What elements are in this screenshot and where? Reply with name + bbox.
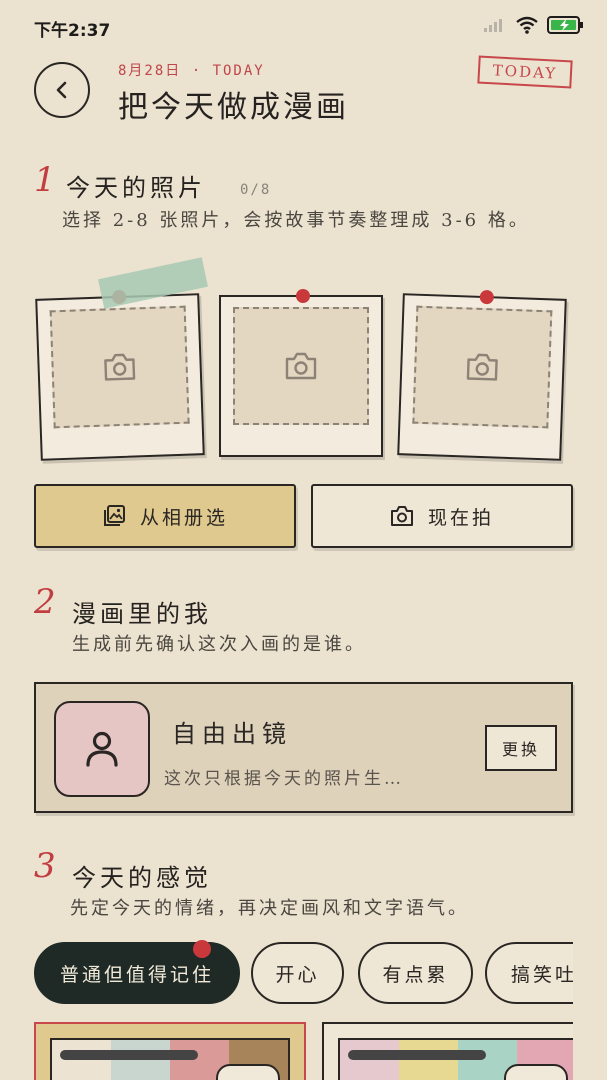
style-card-2[interactable] [322,1022,573,1080]
section-number-2: 2 [34,582,56,622]
signal-icon [484,19,502,32]
photo-slot-placeholder [412,305,553,429]
camera-icon [285,352,317,380]
photo-slot-placeholder [49,305,190,429]
section-number-3: 3 [34,846,56,886]
style-card-badge [504,1064,568,1080]
change-character-button[interactable]: 更换 [485,725,557,771]
mood-chips: 普通但值得记住 开心 有点累 搞笑吐 [34,942,573,1006]
battery-icon [547,16,583,34]
photo-counter: 0/8 [240,182,272,198]
photo-slot-2[interactable] [219,289,383,457]
pin-icon [296,289,310,303]
today-stamp: TODAY [477,55,573,89]
person-icon [86,731,118,767]
date-label: 8月28日 · TODAY [118,63,265,79]
section-desc-character: 生成前先确认这次入画的是谁。 [72,634,366,655]
character-name: 自由出镜 [172,720,292,748]
mood-chip-funny[interactable]: 搞笑吐 [485,942,573,1004]
camera-icon [466,353,498,381]
page-title: 把今天做成漫画 [118,90,349,125]
mood-chip-happy[interactable]: 开心 [251,942,344,1004]
style-card-title-bar [348,1050,486,1060]
status-icons [483,16,585,34]
style-card-title-bar [60,1050,198,1060]
avatar [54,701,150,797]
style-cards [34,1022,573,1080]
album-button[interactable]: 从相册选 [34,484,296,548]
gallery-icon [103,505,125,526]
back-button[interactable] [34,62,90,118]
character-card: 自由出镜 这次只根据今天的照片生… 更换 [34,682,573,813]
camera-icon [390,506,413,526]
wifi-icon [516,16,538,34]
camera-button[interactable]: 现在拍 [311,484,573,548]
section-desc-photos: 选择 2-8 张照片，会按故事节奏整理成 3-6 格。 [62,210,530,231]
mood-chip-tired[interactable]: 有点累 [358,942,473,1004]
album-button-label: 从相册选 [139,506,228,529]
selected-dot [193,940,211,958]
status-time: 下午2:37 [34,21,111,41]
section-number-1: 1 [34,160,56,200]
section-desc-mood: 先定今天的情绪，再决定画风和文字语气。 [70,898,469,919]
photo-slot-3[interactable] [397,289,567,461]
chevron-left-icon [56,81,67,99]
style-card-1[interactable] [34,1022,306,1080]
section-title-character: 漫画里的我 [72,600,212,628]
character-desc: 这次只根据今天的照片生… [164,769,404,789]
photo-slot-placeholder [233,307,369,425]
section-title-mood: 今天的感觉 [72,864,212,892]
camera-icon [104,353,136,381]
photo-slot-1[interactable] [35,289,205,461]
camera-button-label: 现在拍 [427,506,494,529]
pin-icon [479,289,495,305]
section-title-photos: 今天的照片 [66,174,206,202]
style-card-badge [216,1064,280,1080]
